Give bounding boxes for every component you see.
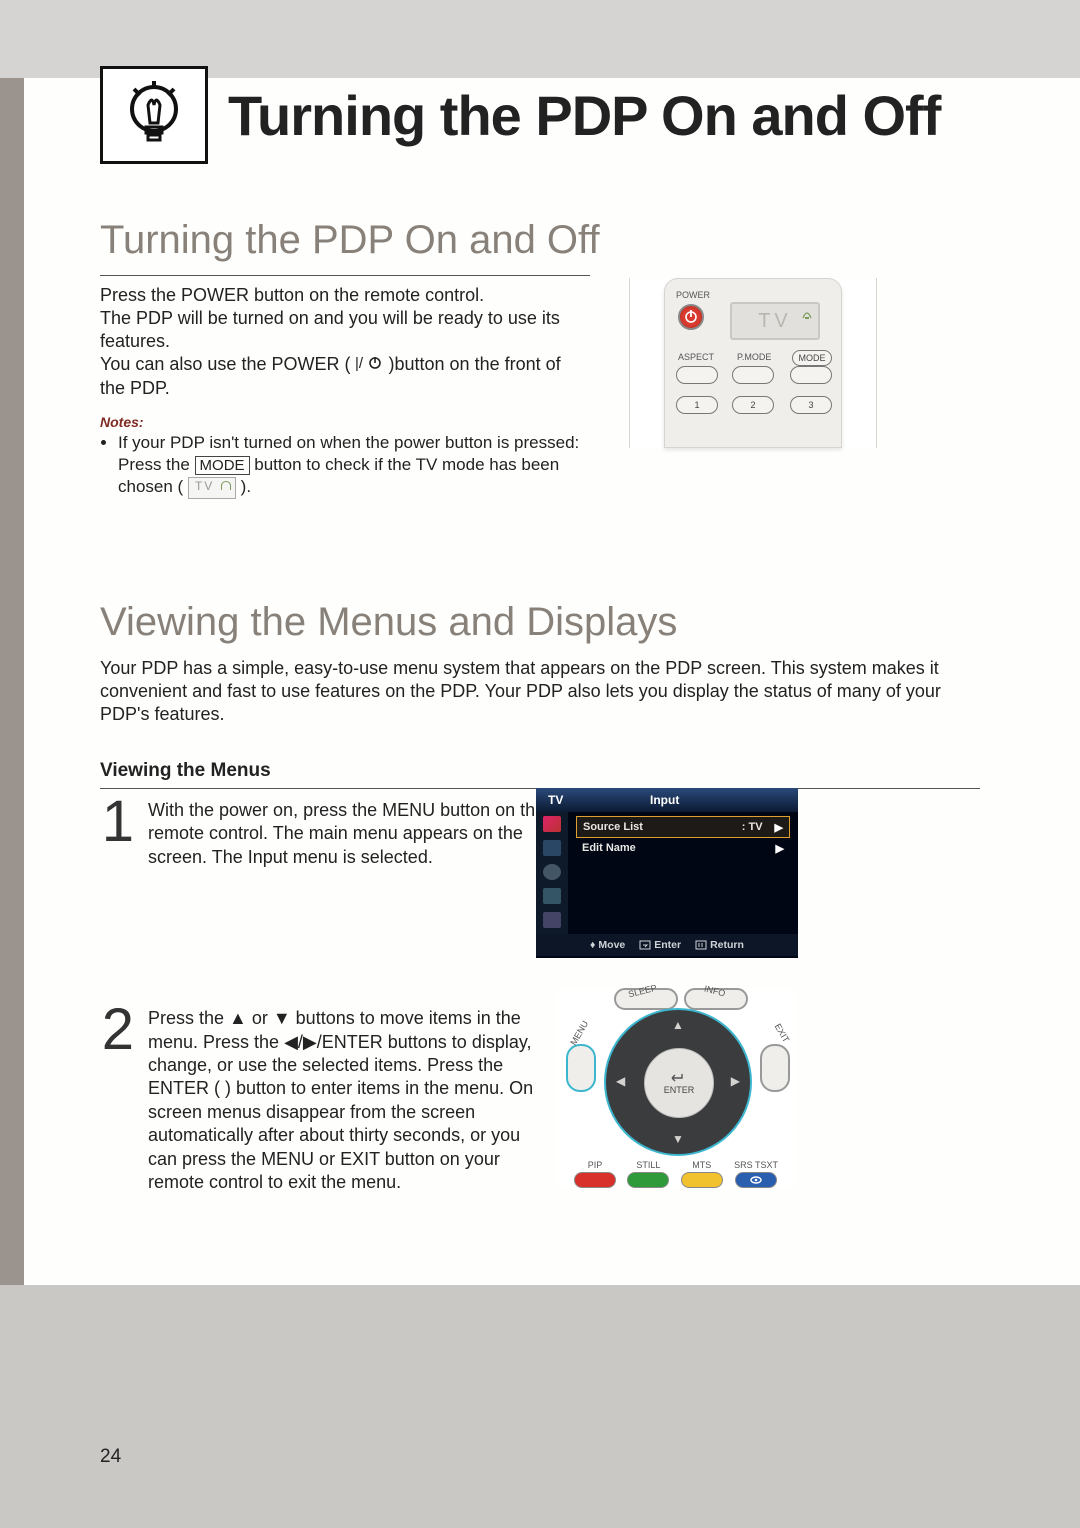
- section-heading-menus: Viewing the Menus and Displays: [100, 600, 980, 645]
- svg-text:|/: |/: [355, 355, 364, 371]
- osd-row-edit-name[interactable]: Edit Name ▶: [576, 838, 790, 858]
- osd-icon-input: [543, 816, 561, 832]
- aspect-button[interactable]: [676, 366, 718, 384]
- menu-button[interactable]: [566, 1044, 596, 1092]
- osd-footer: ♦Move Enter Return: [536, 934, 798, 956]
- chevron-right-icon: ▶: [775, 821, 783, 834]
- osd-icon-setup: [543, 912, 561, 928]
- step-1-text: With the power on, press the MENU button…: [148, 799, 546, 869]
- page-number: 24: [100, 1446, 121, 1468]
- menu-label: MENU: [568, 1019, 590, 1047]
- dpad-ring[interactable]: ▲ ▼ ◀ ▶ ENTER: [604, 1008, 752, 1156]
- power-symbol-inline: |/: [355, 354, 383, 377]
- osd-icon-sound: [543, 864, 561, 880]
- arrow-right-icon: ▶: [731, 1074, 740, 1088]
- section-heading-power: Turning the PDP On and Off: [100, 218, 980, 263]
- remote-lcd: TV: [730, 302, 820, 340]
- still-button[interactable]: STILL: [627, 1160, 669, 1188]
- osd-tv: TV: [548, 793, 563, 807]
- lightbulb-icon: [100, 66, 208, 164]
- enter-button[interactable]: ENTER: [644, 1048, 714, 1118]
- num-1-button[interactable]: 1: [676, 396, 718, 414]
- osd-row-source-list[interactable]: Source List : TV ▶: [576, 816, 790, 838]
- mode-button-pill[interactable]: [790, 366, 832, 384]
- arrow-up-icon: ▲: [672, 1018, 684, 1032]
- power-label: POWER: [676, 290, 710, 300]
- arrow-left-icon: ◀: [616, 1074, 625, 1088]
- num-2-button[interactable]: 2: [732, 396, 774, 414]
- remote-top-figure: POWER TV ASPECT P.MODE MODE 1 2 3: [629, 278, 877, 448]
- mode-button[interactable]: MODE: [792, 350, 832, 366]
- srs-button[interactable]: SRS TSXT: [734, 1160, 778, 1188]
- osd-menu-figure: TV Input Source List : TV ▶ Edit Name ▶ …: [536, 788, 798, 958]
- power-button[interactable]: [678, 304, 704, 330]
- osd-icon-picture: [543, 840, 561, 856]
- exit-label: EXIT: [773, 1022, 792, 1044]
- sec2-intro: Your PDP has a simple, easy-to-use menu …: [100, 657, 980, 726]
- tv-mode-icon: [188, 477, 236, 499]
- step-number-2: 2: [100, 1007, 134, 1194]
- osd-sidebar: [536, 812, 568, 934]
- step-2-text: Press the ▲ or ▼ buttons to move items i…: [148, 1007, 546, 1194]
- sec1-line1: Press the POWER button on the remote con…: [100, 285, 484, 305]
- remote-dpad-figure: SLEEP INFO MENU EXIT ▲ ▼ ◀ ▶ ENTER PIP S…: [556, 988, 796, 1188]
- osd-title: Input: [650, 793, 679, 807]
- arrow-down-icon: ▼: [672, 1132, 684, 1146]
- pmode-label: P.MODE: [737, 352, 771, 362]
- subhead-viewing: Viewing the Menus: [100, 760, 980, 782]
- aspect-label: ASPECT: [678, 352, 714, 362]
- step-number-1: 1: [100, 799, 134, 869]
- pip-button[interactable]: PIP: [574, 1160, 616, 1188]
- num-3-button[interactable]: 3: [790, 396, 832, 414]
- page-title: Turning the PDP On and Off: [228, 83, 940, 148]
- chevron-right-icon: ▶: [776, 842, 784, 855]
- pmode-button[interactable]: [732, 366, 774, 384]
- sec1-line3a: You can also use the POWER (: [100, 354, 350, 374]
- note-1: If your PDP isn't turned on when the pow…: [118, 432, 598, 499]
- mts-button[interactable]: MTS: [681, 1160, 723, 1188]
- updown-icon: ♦: [590, 939, 595, 951]
- sec1-line2: The PDP will be turned on and you will b…: [100, 308, 560, 351]
- exit-button[interactable]: [760, 1044, 790, 1092]
- osd-icon-channel: [543, 888, 561, 904]
